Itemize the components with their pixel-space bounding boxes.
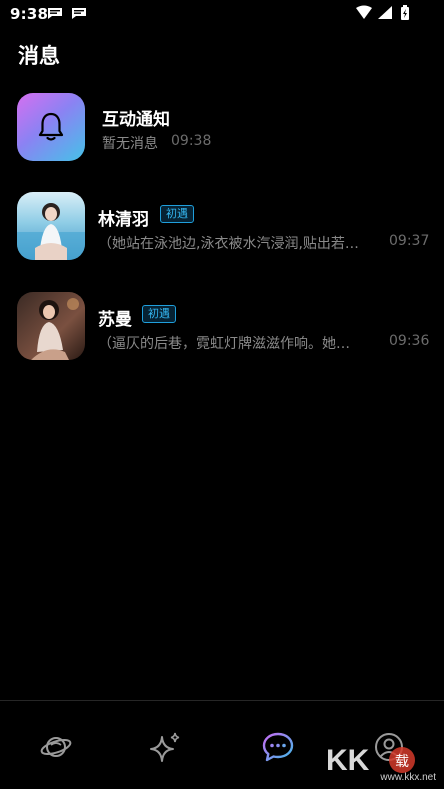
- conversation-name: 林清羽: [98, 210, 149, 230]
- conversation-preview: （她站在泳池边,泳衣被水汽浸润,贴出若…: [98, 236, 359, 252]
- message-notification-icon: [72, 8, 86, 19]
- page-title: 消息: [18, 44, 60, 68]
- status-time: 9:38: [10, 5, 49, 23]
- bell-icon: [38, 112, 64, 141]
- planet-icon: [40, 737, 72, 757]
- sparkle-icon: [150, 732, 180, 762]
- conversation-item[interactable]: 林清羽 初遇 （她站在泳池边,泳衣被水汽浸润,贴出若… 09:37: [0, 192, 444, 272]
- notification-time: 09:38: [171, 133, 212, 149]
- status-badge: 初遇: [142, 305, 176, 323]
- message-notification-icon: [48, 8, 62, 19]
- avatar: [17, 192, 85, 260]
- bell-avatar: [17, 93, 85, 161]
- conversation-time: 09:37: [389, 233, 430, 249]
- chat-icon: [262, 732, 294, 762]
- conversation-item[interactable]: 苏曼 初遇 （逼仄的后巷，霓虹灯牌滋滋作响。她… 09:36: [0, 292, 444, 372]
- conversation-name: 苏曼: [98, 310, 132, 330]
- svg-text:载: 载: [395, 754, 409, 770]
- notification-subtitle: 暂无消息: [102, 136, 158, 152]
- nav-planet[interactable]: [38, 729, 74, 765]
- wifi-icon: [356, 5, 372, 19]
- avatar: [17, 292, 85, 360]
- interaction-notification-item[interactable]: 互动通知 暂无消息 09:38: [0, 93, 444, 173]
- signal-icon: [378, 6, 392, 19]
- notification-title: 互动通知: [102, 110, 170, 130]
- nav-messages[interactable]: [260, 729, 296, 765]
- status-bar: 9:38: [0, 0, 444, 28]
- conversation-time: 09:36: [389, 333, 430, 349]
- svg-text:KK: KK: [326, 744, 370, 777]
- conversation-preview: （逼仄的后巷，霓虹灯牌滋滋作响。她…: [98, 336, 350, 352]
- system-status-icons: [356, 5, 409, 20]
- nav-discover[interactable]: [148, 729, 184, 765]
- status-badge: 初遇: [160, 205, 194, 223]
- watermark-text: www.kkx.net: [380, 772, 436, 783]
